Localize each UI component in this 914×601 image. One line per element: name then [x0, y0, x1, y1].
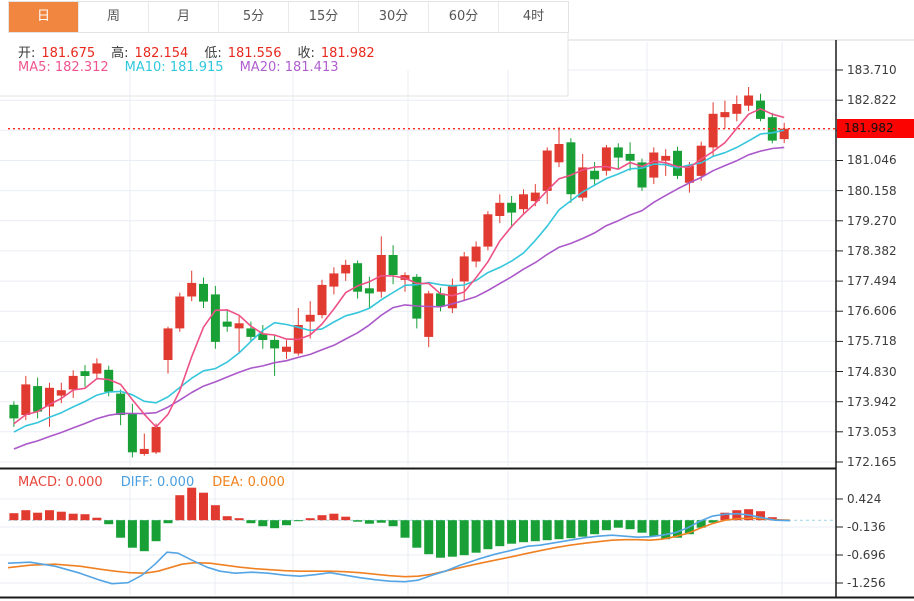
macd-value: MACD: 0.000: [18, 475, 103, 490]
tab-day[interactable]: 日: [9, 2, 78, 32]
price-axis-label: 175.718: [847, 334, 911, 348]
main-chart-region[interactable]: [0, 40, 836, 468]
close-label: 收:: [297, 46, 314, 61]
price-axis-label: 180.158: [847, 184, 911, 198]
kline-chart-app: 日周月5分15分30分60分4时 开: 181.675 高: 182.154 低: 181…: [0, 0, 914, 601]
tab-30min[interactable]: 30分: [358, 2, 428, 32]
price-axis-label: 183.710: [847, 63, 911, 77]
dea-value: DEA: 0.000: [212, 475, 285, 490]
tab-week[interactable]: 周: [78, 2, 148, 32]
macd-axis-label: 0.424: [847, 492, 911, 506]
price-axis-label: 172.165: [847, 455, 911, 469]
price-axis-label: 182.822: [847, 93, 911, 107]
ma20-readout: MA20: 181.413: [240, 60, 339, 75]
macd-axis-label: -0.696: [847, 548, 911, 562]
price-axis-label: 181.046: [847, 153, 911, 167]
price-axis-label: 179.270: [847, 214, 911, 228]
tab-15min[interactable]: 15分: [288, 2, 358, 32]
macd-legend: MACD: 0.000 DIFF: 0.000 DEA: 0.000: [18, 475, 291, 490]
price-axis-label: 178.382: [847, 244, 911, 258]
ma-readout: MA5: 182.312 MA10: 181.915 MA20: 181.413: [18, 60, 345, 75]
ma10-readout: MA10: 181.915: [125, 60, 224, 75]
price-axis-label: 176.606: [847, 304, 911, 318]
ohlc-readout: 开: 181.675 高: 182.154 低: 181.556 收: 181.982: [18, 42, 391, 61]
period-tabbar: 日周月5分15分30分60分4时: [8, 1, 569, 33]
tab-60min[interactable]: 60分: [428, 2, 498, 32]
low-value: 181.556: [228, 46, 282, 61]
axis-ticks: [836, 70, 843, 583]
tab-month[interactable]: 月: [148, 2, 218, 32]
open-label: 开:: [18, 46, 35, 61]
low-label: 低:: [204, 46, 221, 61]
price-axis-label: 173.053: [847, 425, 911, 439]
price-axis-label: 177.494: [847, 274, 911, 288]
macd-axis-label: -1.256: [847, 576, 911, 590]
tab-4hour[interactable]: 4时: [498, 2, 568, 32]
last-price-tag: 181.982: [837, 119, 914, 138]
macd-axis-label: -0.136: [847, 520, 911, 534]
diff-value: DIFF: 0.000: [121, 475, 195, 490]
price-axis-label: 173.942: [847, 395, 911, 409]
open-value: 181.675: [41, 46, 95, 61]
high-value: 182.154: [135, 46, 189, 61]
close-value: 181.982: [321, 46, 375, 61]
price-axis-label: 174.830: [847, 365, 911, 379]
high-label: 高:: [111, 46, 128, 61]
ma5-readout: MA5: 182.312: [18, 60, 109, 75]
tab-5min[interactable]: 5分: [218, 2, 288, 32]
